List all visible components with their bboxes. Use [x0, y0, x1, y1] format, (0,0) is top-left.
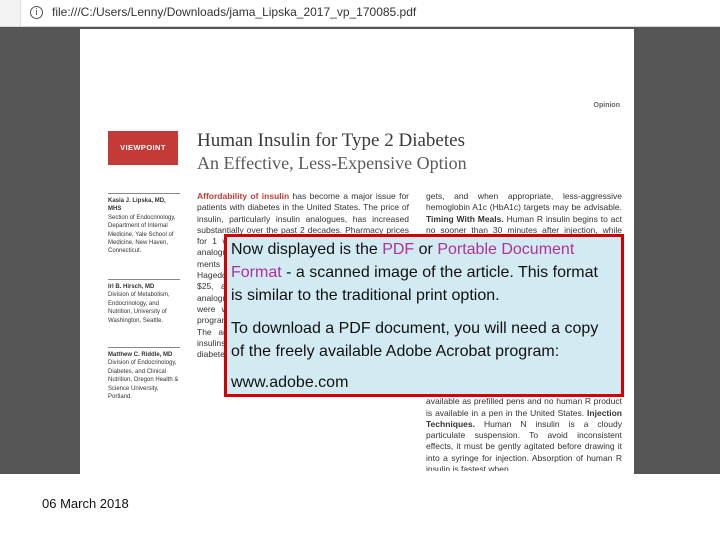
lead-in: Affordability of insulin	[197, 191, 290, 201]
info-callout-box: Now displayed is the PDF or Portable Doc…	[224, 234, 624, 397]
callout-line: of the freely available Adobe Acrobat pr…	[231, 343, 560, 360]
callout-line: Now displayed is the PDF or Portable Doc…	[231, 241, 575, 258]
author-affiliation: Division of Metabolism, Endocrinology, a…	[108, 292, 170, 324]
article-subtitle: An Effective, Less-Expensive Option	[197, 153, 467, 173]
column-text: gets, and when appropriate, less-aggress…	[426, 191, 622, 213]
author-block: Irl B. Hirsch, MD Division of Metabolism…	[108, 279, 180, 325]
author-name: Irl B. Hirsch, MD	[108, 284, 155, 290]
author-affiliation: Division of Endocrinology, Diabetes, and…	[108, 360, 179, 401]
info-icon[interactable]: i	[30, 6, 43, 19]
author-block: Matthew C. Riddle, MD Division of Endocr…	[108, 347, 180, 401]
article-column-right-bottom: expensive human insulin products ... are…	[426, 385, 622, 471]
address-bar-corner	[0, 0, 21, 26]
subhead: Timing With Meals.	[426, 213, 504, 224]
adobe-link[interactable]: www.adobe.com	[231, 371, 348, 395]
author-affiliation: Section of Endocrinology, Department of …	[108, 214, 176, 255]
browser-address-bar[interactable]: i file:///C:/Users/Lenny/Downloads/jama_…	[0, 0, 720, 27]
slide-date: 06 March 2018	[42, 496, 129, 511]
url-text[interactable]: file:///C:/Users/Lenny/Downloads/jama_Li…	[52, 5, 416, 19]
format-highlight: Format	[231, 264, 282, 281]
author-block: Kasia J. Lipska, MD, MHS Section of Endo…	[108, 193, 180, 256]
callout-line: is similar to the traditional print opti…	[231, 287, 500, 304]
section-label: Opinion	[593, 102, 620, 109]
viewpoint-badge: VIEWPOINT	[108, 131, 178, 165]
author-name: Kasia J. Lipska, MD, MHS	[108, 198, 166, 213]
author-name: Matthew C. Riddle, MD	[108, 352, 173, 358]
article-title: Human Insulin for Type 2 Diabetes	[197, 130, 465, 151]
portable-document-highlight: Portable Document	[437, 241, 575, 258]
callout-line: Format - a scanned image of the article.…	[231, 264, 598, 281]
callout-line: To download a PDF document, you will nee…	[231, 320, 599, 337]
pdf-highlight: PDF	[382, 241, 415, 258]
